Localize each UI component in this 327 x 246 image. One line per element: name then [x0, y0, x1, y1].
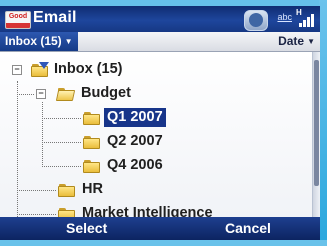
input-mode-indicator: abc: [277, 12, 292, 22]
tree-item-label: Market Intelligence: [82, 205, 213, 217]
chevron-down-icon: ▼: [307, 37, 315, 46]
folder-icon: [83, 136, 100, 149]
network-type-label: H: [296, 8, 302, 17]
app-title: Email: [33, 9, 77, 26]
folder-icon: [83, 112, 100, 125]
chevron-down-icon: ▼: [64, 37, 73, 46]
tree-connector: [17, 94, 34, 95]
tree-connector: [42, 142, 81, 143]
tree-item-label: Q2 2007: [107, 133, 163, 149]
tree-connector: [42, 102, 43, 167]
select-softkey[interactable]: Select: [66, 220, 107, 236]
folder-icon: [58, 184, 75, 197]
tree-scrollbar[interactable]: [312, 52, 320, 217]
folder-toolbar: Inbox (15) ▼ Date ▼: [0, 32, 320, 52]
tree-item-label: HR: [82, 181, 103, 197]
folder-filter-value: Inbox (15): [5, 34, 62, 48]
tree-item-label: Budget: [81, 85, 131, 101]
notification-bubble-icon[interactable]: [244, 10, 268, 31]
device-bezel-right: [319, 0, 327, 246]
sort-value: Date: [278, 34, 305, 48]
tree-connector: [17, 190, 56, 191]
folder-icon: [83, 160, 100, 173]
tree-item-label: Q4 2006: [107, 157, 163, 173]
scrollbar-thumb[interactable]: [314, 60, 319, 186]
title-bar: Good Email abc H: [0, 6, 320, 32]
folder-filter-dropdown[interactable]: Inbox (15) ▼: [0, 32, 78, 51]
device-bezel-bottom: [0, 240, 327, 246]
folder-open-icon: [55, 88, 76, 101]
phone-screen: Good Email abc H Inbox (15) ▼ Date ▼ − I…: [0, 6, 320, 240]
folder-tree: − Inbox (15) − Budget Q1 2007 Q2 2007 Q4…: [0, 52, 320, 217]
softkey-bar: Select Cancel: [0, 217, 320, 240]
tree-connector: [42, 118, 81, 119]
signal-strength-icon: H: [294, 8, 314, 30]
inbox-folder-icon: [31, 62, 49, 77]
good-app-icon: Good: [5, 11, 31, 29]
status-area: abc H: [234, 8, 314, 31]
collapse-icon[interactable]: −: [12, 65, 22, 75]
tree-connector: [17, 81, 18, 217]
folder-icon: [58, 208, 75, 217]
tree-connector: [17, 214, 56, 215]
cancel-softkey[interactable]: Cancel: [225, 220, 271, 236]
sort-dropdown[interactable]: Date ▼: [278, 32, 315, 52]
tree-item-label: Inbox (15): [54, 61, 123, 77]
collapse-icon[interactable]: −: [36, 89, 46, 99]
tree-item-label: Q1 2007: [104, 108, 166, 127]
tree-connector: [42, 166, 81, 167]
